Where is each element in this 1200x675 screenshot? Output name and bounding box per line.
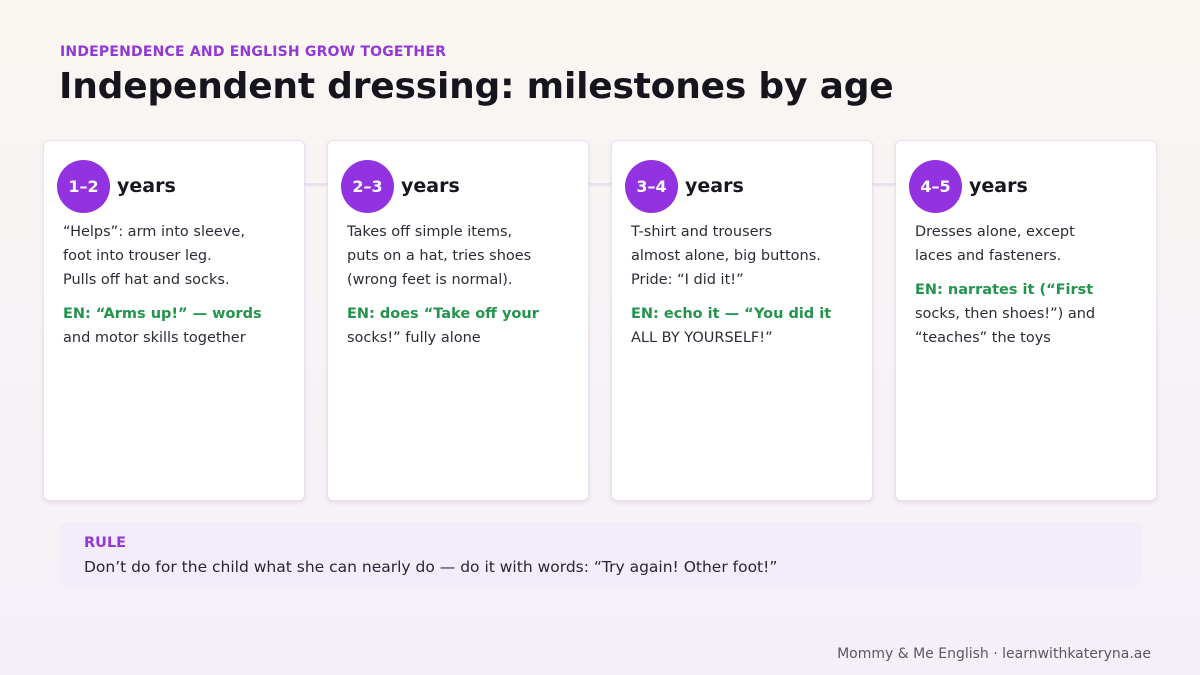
english-tip-lead: EN: narrates it (“First — [915, 282, 1094, 298]
age-unit: years — [685, 175, 744, 197]
english-tip-rest: socks!” fully alone — [347, 330, 481, 346]
age-unit: years — [401, 175, 460, 197]
english-tip-lead: EN: “Arms up!” — words — [63, 306, 262, 322]
english-tip-rest: ALL BY YOURSELF!” — [631, 330, 773, 346]
english-tip-rest: socks, then shoes!”) and “teaches” the t… — [915, 306, 1096, 346]
age-unit: years — [117, 175, 176, 197]
age-badge: 3–4 — [625, 160, 678, 213]
kicker: INDEPENDENCE AND ENGLISH GROW TOGETHER — [60, 44, 447, 60]
english-tip-lead: EN: does “Take off your — [347, 306, 539, 322]
milestone-card-3-4: 3–4 years T-shirt and trousers almost al… — [611, 140, 873, 501]
english-tip-rest: and motor skills together — [63, 330, 246, 346]
english-tip: EN: echo it — “You did it ALL BY YOURSEL… — [631, 302, 867, 350]
milestone-card-2-3: 2–3 years Takes off simple items, puts o… — [327, 140, 589, 501]
milestone-card-1-2: 1–2 years “Helps”: arm into sleeve, foot… — [43, 140, 305, 501]
age-badge: 2–3 — [341, 160, 394, 213]
english-tip: EN: narrates it (“First socks, then shoe… — [915, 278, 1151, 350]
page-title: Independent dressing: milestones by age — [59, 66, 894, 107]
english-tip-lead: EN: echo it — “You did it — [631, 306, 832, 322]
rule-callout: RULE Don’t do for the child what she can… — [60, 522, 1142, 586]
english-tip: EN: “Arms up!” — words and motor skills … — [63, 302, 299, 350]
milestone-description: “Helps”: arm into sleeve, foot into trou… — [63, 224, 245, 288]
milestone-description: T-shirt and trousers almost alone, big b… — [631, 224, 821, 288]
milestone-description: Dresses alone, except laces and fastener… — [915, 224, 1075, 264]
age-badge: 1–2 — [57, 160, 110, 213]
rule-text: Don’t do for the child what she can near… — [84, 558, 778, 576]
age-badge: 4–5 — [909, 160, 962, 213]
footer-credit: Mommy & Me English · learnwithkateryna.a… — [837, 646, 1151, 662]
rule-label: RULE — [84, 535, 127, 551]
milestone-description: Takes off simple items, puts on a hat, t… — [347, 224, 532, 288]
english-tip: EN: does “Take off your socks!” fully al… — [347, 302, 583, 350]
milestone-card-4-5: 4–5 years Dresses alone, except laces an… — [895, 140, 1157, 501]
age-unit: years — [969, 175, 1028, 197]
